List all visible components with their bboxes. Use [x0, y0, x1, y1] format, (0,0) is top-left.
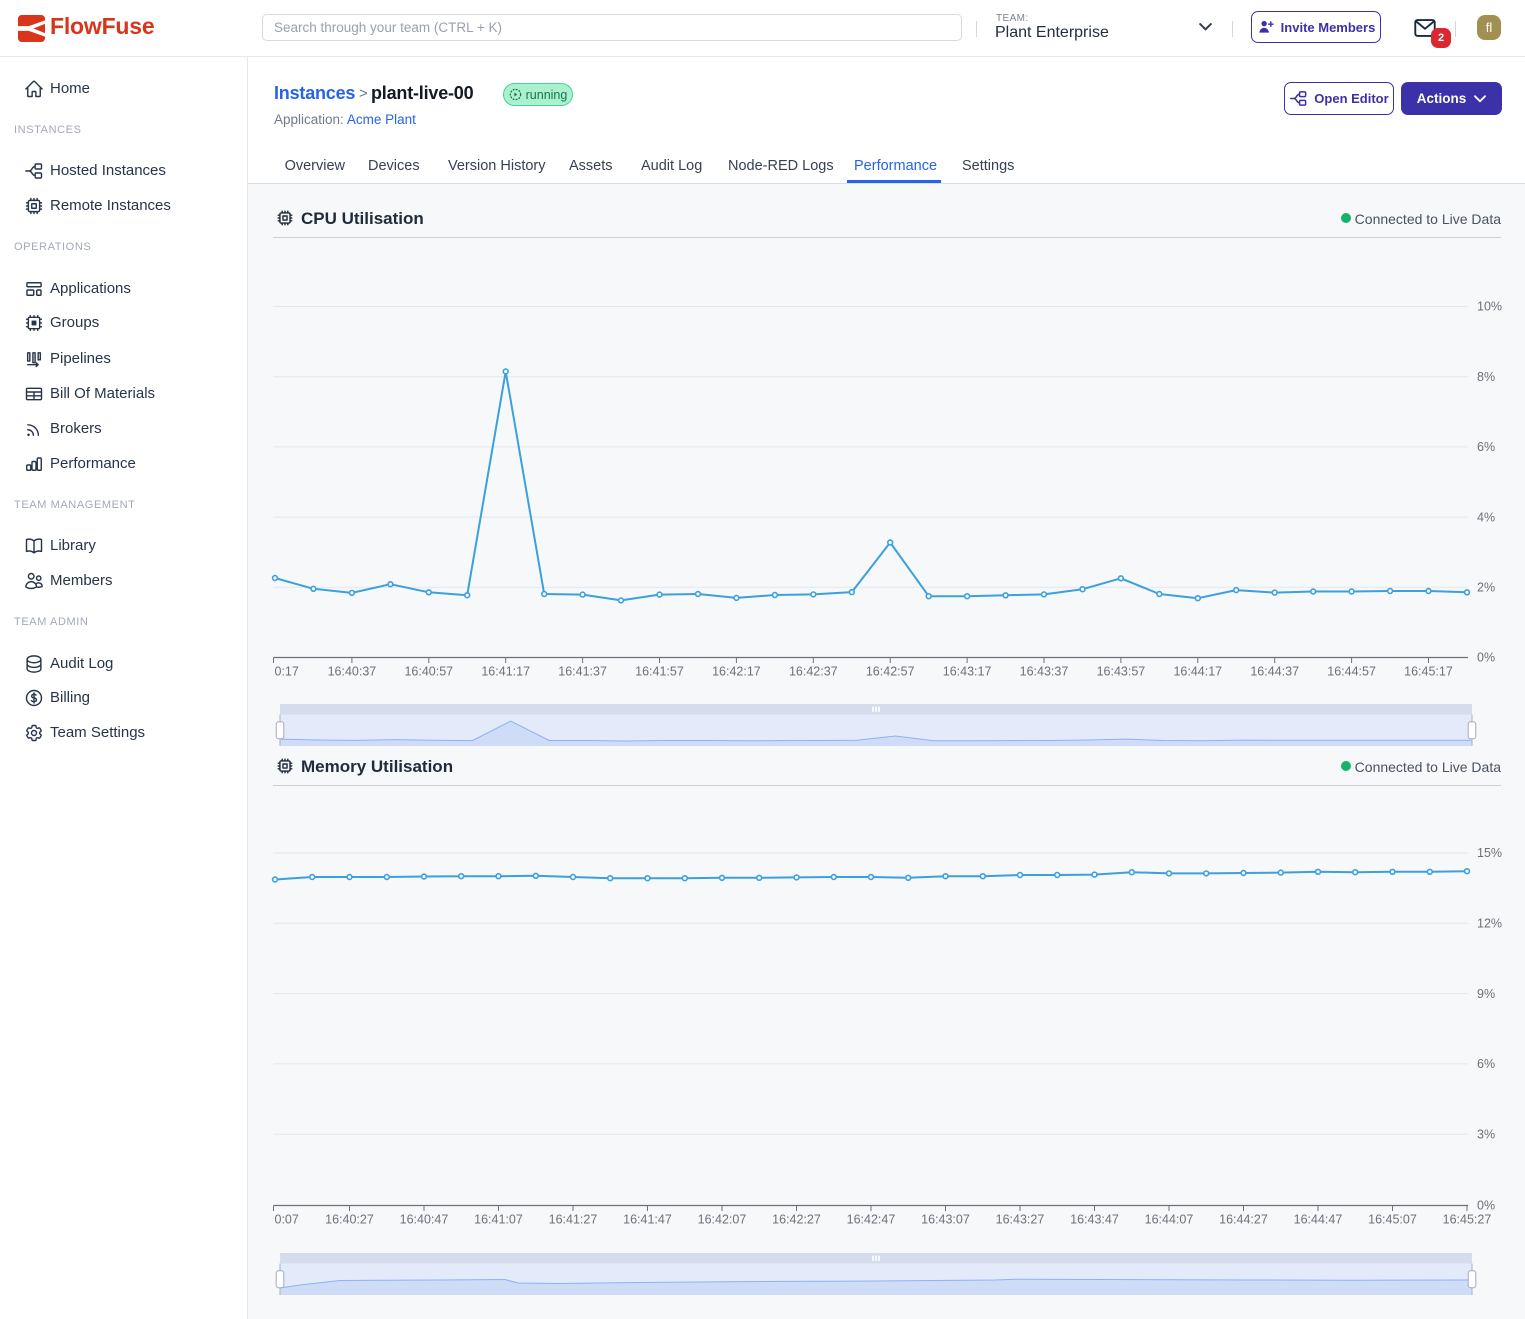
svg-text:16:45:27: 16:45:27 — [1443, 1213, 1492, 1227]
svg-text:16:41:47: 16:41:47 — [623, 1213, 672, 1227]
svg-text:16:40:47: 16:40:47 — [400, 1213, 449, 1227]
svg-text:16:41:07: 16:41:07 — [474, 1213, 523, 1227]
svg-text:16:41:27: 16:41:27 — [549, 1213, 598, 1227]
svg-text:0:17: 0:17 — [275, 665, 299, 679]
svg-text:16:45:07: 16:45:07 — [1368, 1213, 1417, 1227]
svg-text:16:43:47: 16:43:47 — [1070, 1213, 1119, 1227]
svg-text:16:40:37: 16:40:37 — [328, 665, 377, 679]
svg-text:16:43:37: 16:43:37 — [1020, 665, 1069, 679]
svg-text:16:42:47: 16:42:47 — [847, 1213, 896, 1227]
svg-text:16:41:57: 16:41:57 — [635, 665, 684, 679]
svg-text:3%: 3% — [1477, 1127, 1495, 1141]
svg-text:16:40:57: 16:40:57 — [404, 665, 453, 679]
svg-text:16:41:17: 16:41:17 — [481, 665, 530, 679]
svg-text:16:44:47: 16:44:47 — [1294, 1213, 1343, 1227]
svg-text:4%: 4% — [1477, 510, 1495, 524]
svg-text:16:44:07: 16:44:07 — [1145, 1213, 1194, 1227]
svg-text:16:45:17: 16:45:17 — [1404, 665, 1453, 679]
svg-text:16:43:07: 16:43:07 — [921, 1213, 970, 1227]
svg-text:16:41:37: 16:41:37 — [558, 665, 607, 679]
svg-text:6%: 6% — [1477, 440, 1495, 454]
svg-text:0%: 0% — [1477, 1199, 1495, 1213]
svg-text:16:42:17: 16:42:17 — [712, 665, 761, 679]
svg-text:16:42:07: 16:42:07 — [698, 1213, 747, 1227]
svg-text:8%: 8% — [1477, 370, 1495, 384]
svg-text:9%: 9% — [1477, 987, 1495, 1001]
svg-text:16:44:57: 16:44:57 — [1327, 665, 1376, 679]
svg-text:16:43:17: 16:43:17 — [943, 665, 992, 679]
svg-text:0:07: 0:07 — [275, 1213, 299, 1227]
svg-text:16:40:27: 16:40:27 — [325, 1213, 374, 1227]
svg-text:16:44:37: 16:44:37 — [1250, 665, 1299, 679]
svg-text:12%: 12% — [1477, 917, 1502, 931]
svg-text:10%: 10% — [1477, 300, 1502, 314]
svg-text:0%: 0% — [1477, 651, 1495, 665]
svg-text:16:42:27: 16:42:27 — [772, 1213, 821, 1227]
svg-text:16:43:27: 16:43:27 — [996, 1213, 1045, 1227]
svg-text:15%: 15% — [1477, 846, 1502, 860]
svg-text:16:43:57: 16:43:57 — [1097, 665, 1146, 679]
svg-text:16:42:37: 16:42:37 — [789, 665, 838, 679]
svg-text:16:44:17: 16:44:17 — [1173, 665, 1222, 679]
svg-text:2%: 2% — [1477, 581, 1495, 595]
svg-text:16:44:27: 16:44:27 — [1219, 1213, 1268, 1227]
svg-text:16:42:57: 16:42:57 — [866, 665, 915, 679]
svg-text:6%: 6% — [1477, 1057, 1495, 1071]
